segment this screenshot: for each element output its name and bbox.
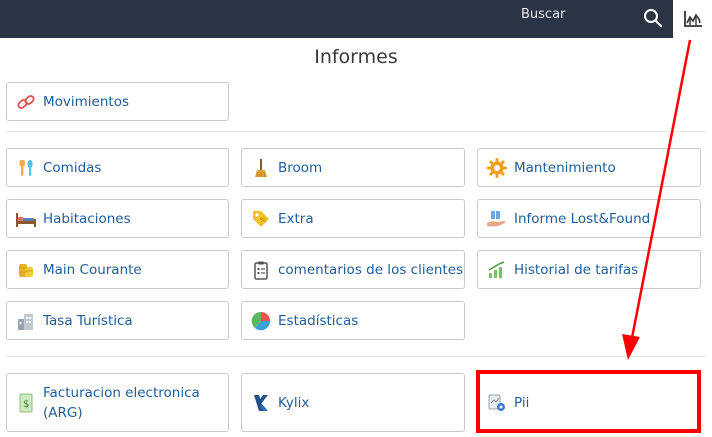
report-main-courante[interactable]: Main Courante xyxy=(6,250,229,289)
report-habitaciones[interactable]: Habitaciones xyxy=(6,199,229,238)
coins-icon xyxy=(15,259,37,281)
chain-link-icon xyxy=(15,91,37,113)
pie-chart-icon xyxy=(250,310,272,332)
search-button[interactable] xyxy=(640,5,666,31)
reports-nav-button[interactable] xyxy=(673,0,712,38)
search-label[interactable]: Buscar xyxy=(521,7,565,22)
report-historial-tarifas[interactable]: Historial de tarifas xyxy=(477,250,701,289)
price-tag-icon: % xyxy=(250,208,272,230)
search-icon xyxy=(644,9,663,28)
report-pii[interactable]: Pii xyxy=(477,373,701,432)
report-label: Kylix xyxy=(278,394,310,411)
report-label: Pii xyxy=(514,394,530,411)
report-label: Tasa Turística xyxy=(43,312,133,329)
report-label: comentarios de los clientes xyxy=(278,261,464,278)
report-label: Broom xyxy=(278,159,323,176)
report-lost-found[interactable]: Informe Lost&Found xyxy=(477,199,701,238)
report-broom[interactable]: Broom xyxy=(241,148,465,187)
report-label: Extra xyxy=(278,210,314,227)
report-comentarios[interactable]: comentarios de los clientes xyxy=(241,250,465,289)
report-label: Historial de tarifas xyxy=(514,261,639,278)
report-label: Main Courante xyxy=(43,261,142,278)
report-facturacion-electronica[interactable]: $ Facturacion electronica (ARG) xyxy=(6,373,229,432)
growth-chart-icon xyxy=(486,259,508,281)
report-label: Movimientos xyxy=(43,93,129,110)
page-title: Informes xyxy=(314,46,398,68)
dollar-bill-icon: $ xyxy=(15,392,37,414)
document-gear-icon xyxy=(486,392,508,414)
buildings-icon xyxy=(15,310,37,332)
clipboard-icon xyxy=(250,259,272,281)
cutlery-icon xyxy=(15,157,37,179)
report-comidas[interactable]: Comidas xyxy=(6,148,229,187)
report-kylix[interactable]: Kylix xyxy=(241,373,465,432)
report-label: Habitaciones xyxy=(43,210,131,227)
report-label: Estadísticas xyxy=(278,312,359,329)
svg-text:$: $ xyxy=(23,399,29,410)
report-movimientos[interactable]: Movimientos xyxy=(6,82,229,121)
kylix-logo-icon xyxy=(250,392,272,414)
report-estadisticas[interactable]: Estadísticas xyxy=(241,301,465,340)
report-extra[interactable]: % Extra xyxy=(241,199,465,238)
report-label: Comidas xyxy=(43,159,102,176)
top-bar: Buscar xyxy=(0,0,712,38)
bar-chart-icon xyxy=(683,11,702,27)
svg-text:%: % xyxy=(260,217,266,224)
section-divider xyxy=(6,356,706,357)
gear-icon xyxy=(486,157,508,179)
report-tasa-turistica[interactable]: Tasa Turística xyxy=(6,301,229,340)
hand-box-icon xyxy=(486,208,508,230)
broom-icon xyxy=(250,157,272,179)
report-label: Informe Lost&Found xyxy=(514,210,651,227)
report-mantenimiento[interactable]: Mantenimiento xyxy=(477,148,701,187)
report-label: Mantenimiento xyxy=(514,159,616,176)
section-divider xyxy=(6,131,706,132)
report-label: Facturacion electronica (ARG) xyxy=(43,384,200,421)
bed-icon xyxy=(15,208,37,230)
